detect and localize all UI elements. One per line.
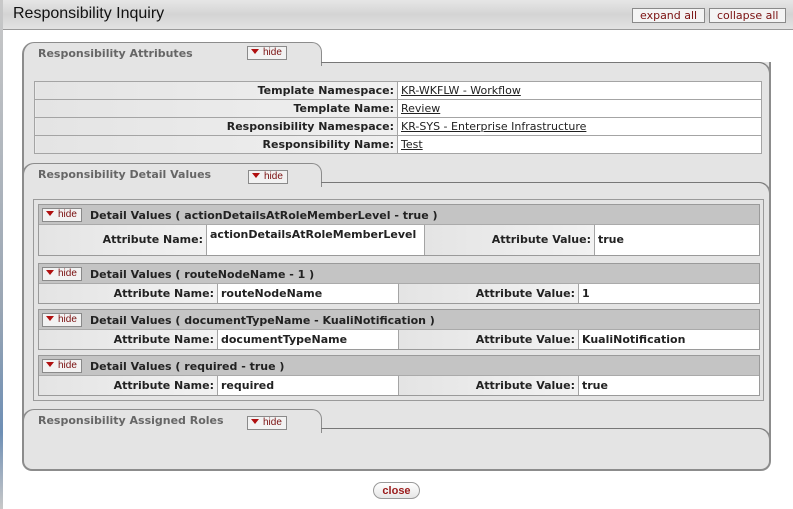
collapse-all-button[interactable]: collapse all xyxy=(709,8,787,23)
hide-attributes-button[interactable]: hide xyxy=(247,46,287,60)
tab-divider xyxy=(321,182,759,183)
section-title: Responsibility Detail Values xyxy=(38,168,212,181)
attribute-value-label: Attribute Value: xyxy=(399,376,579,395)
detail-values-item: hide Detail Values ( required - true ) A… xyxy=(38,355,760,396)
hide-detail-button[interactable]: hide xyxy=(42,208,82,222)
tab-divider xyxy=(321,428,759,429)
attribute-name-label: Attribute Name: xyxy=(39,284,218,303)
table-row: Template Namespace: KR-WKFLW - Workflow xyxy=(34,81,762,100)
attribute-name-value: required xyxy=(218,376,399,395)
attribute-value-value: 1 xyxy=(579,284,759,303)
close-button[interactable]: close xyxy=(373,482,420,499)
hide-detail-button[interactable]: hide xyxy=(42,313,82,327)
table-row: Responsibility Namespace: KR-SYS - Enter… xyxy=(34,117,762,136)
detail-header: hide Detail Values ( required - true ) xyxy=(39,356,759,376)
detail-values-container: hide Detail Values ( actionDetailsAtRole… xyxy=(33,199,764,401)
triangle-down-icon xyxy=(46,270,54,275)
table-row: Responsibility Name: Test xyxy=(34,135,762,154)
tab-responsibility-detail-values: Responsibility Detail Values hide xyxy=(22,163,322,187)
detail-values-item: hide Detail Values ( documentTypeName - … xyxy=(38,309,760,350)
page-title: Responsibility Inquiry xyxy=(13,5,165,22)
field-label: Responsibility Namespace: xyxy=(34,117,398,136)
attribute-name-value: documentTypeName xyxy=(218,330,399,349)
section-title: Responsibility Assigned Roles xyxy=(38,414,224,427)
triangle-down-icon xyxy=(252,173,260,178)
table-row: Template Name: Review xyxy=(34,99,762,118)
attribute-value-value: KualiNotification xyxy=(579,330,759,349)
detail-header: hide Detail Values ( actionDetailsAtRole… xyxy=(39,205,759,225)
detail-values-item: hide Detail Values ( actionDetailsAtRole… xyxy=(38,204,760,256)
tab-responsibility-assigned-roles: Responsibility Assigned Roles hide xyxy=(22,409,322,433)
template-namespace-link[interactable]: KR-WKFLW - Workflow xyxy=(401,84,521,97)
triangle-down-icon xyxy=(46,211,54,216)
detail-header: hide Detail Values ( routeNodeName - 1 ) xyxy=(39,264,759,284)
attribute-value-value: true xyxy=(579,376,759,395)
detail-header: hide Detail Values ( documentTypeName - … xyxy=(39,310,759,330)
triangle-down-icon xyxy=(46,316,54,321)
hide-detail-values-button[interactable]: hide xyxy=(248,170,288,184)
attribute-value-value: true xyxy=(595,225,759,255)
detail-values-item: hide Detail Values ( routeNodeName - 1 )… xyxy=(38,263,760,304)
expand-all-button[interactable]: expand all xyxy=(632,8,706,23)
attribute-name-value: routeNodeName xyxy=(218,284,399,303)
hide-detail-button[interactable]: hide xyxy=(42,359,82,373)
detail-title: Detail Values ( required - true ) xyxy=(90,360,285,373)
hide-detail-button[interactable]: hide xyxy=(42,267,82,281)
tab-divider xyxy=(321,62,759,63)
responsibility-name-link[interactable]: Test xyxy=(401,138,423,151)
detail-title: Detail Values ( actionDetailsAtRoleMembe… xyxy=(90,209,438,222)
attribute-name-label: Attribute Name: xyxy=(39,330,218,349)
window-left-edge xyxy=(0,0,3,509)
page-header: Responsibility Inquiry expand all collap… xyxy=(3,0,793,30)
field-label: Template Namespace: xyxy=(34,81,398,100)
attribute-value-label: Attribute Value: xyxy=(425,225,595,255)
attribute-value-label: Attribute Value: xyxy=(399,330,579,349)
detail-title: Detail Values ( documentTypeName - Kuali… xyxy=(90,314,435,327)
attribute-value-label: Attribute Value: xyxy=(399,284,579,303)
field-label: Template Name: xyxy=(34,99,398,118)
detail-title: Detail Values ( routeNodeName - 1 ) xyxy=(90,268,315,281)
section-title: Responsibility Attributes xyxy=(38,47,193,60)
triangle-down-icon xyxy=(46,362,54,367)
triangle-down-icon xyxy=(251,49,259,54)
responsibility-namespace-link[interactable]: KR-SYS - Enterprise Infrastructure xyxy=(401,120,586,133)
hide-assigned-roles-button[interactable]: hide xyxy=(247,416,287,430)
triangle-down-icon xyxy=(251,419,259,424)
template-name-link[interactable]: Review xyxy=(401,102,440,115)
attributes-table: Template Namespace: KR-WKFLW - Workflow … xyxy=(34,81,762,154)
attribute-name-label: Attribute Name: xyxy=(39,225,207,255)
attribute-name-label: Attribute Name: xyxy=(39,376,218,395)
field-label: Responsibility Name: xyxy=(34,135,398,154)
tab-responsibility-attributes: Responsibility Attributes hide xyxy=(22,42,322,66)
attribute-name-value: actionDetailsAtRoleMemberLevel xyxy=(207,225,425,255)
